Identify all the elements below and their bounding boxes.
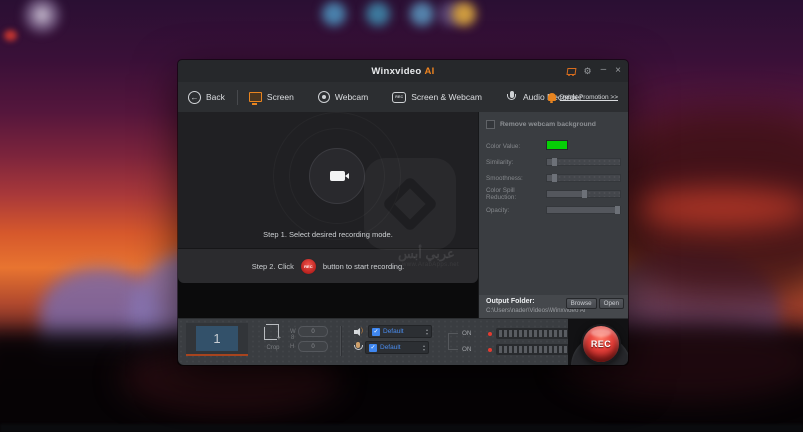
microphone-icon xyxy=(507,91,517,103)
bottom-toolbar: 1 + Crop W 0 H 0 8 ) ✓ Default ▴ ▾ ✓ Def… xyxy=(178,318,628,365)
speaker-device-dropdown[interactable]: ✓ Default ▴ ▾ xyxy=(368,325,432,338)
microphone-icon xyxy=(354,342,363,353)
nav-divider xyxy=(236,89,238,105)
content-area: Step 1. Select desired recording mode. S… xyxy=(178,112,628,318)
promo-link[interactable]: Debut Promotion >> xyxy=(547,93,618,103)
speaker-level-meter xyxy=(488,327,574,340)
remove-background-checkbox-row[interactable]: Remove webcam background xyxy=(486,120,621,129)
rec-mini-icon: REC xyxy=(299,257,317,275)
speaker-checkbox[interactable]: ✓ xyxy=(372,327,380,336)
output-folder-section: Output Folder: C:\Users\nader\Videos\Win… xyxy=(478,295,628,318)
open-button[interactable]: Open xyxy=(598,298,624,309)
crop-icon: + xyxy=(264,324,282,342)
link-dimensions-icon: 8 xyxy=(291,335,295,341)
height-label: H xyxy=(290,343,295,350)
mic-device-dropdown[interactable]: ✓ Default ▴ ▾ xyxy=(365,341,429,354)
blurred-desktop-icon xyxy=(452,2,476,26)
webcam-icon xyxy=(317,91,330,103)
browse-button[interactable]: Browse xyxy=(565,298,597,309)
opacity-row: Opacity: xyxy=(486,202,621,218)
back-arrow-icon: ← xyxy=(188,90,201,104)
monitor-thumbnail: 1 xyxy=(196,326,238,351)
checkbox-icon xyxy=(486,120,495,129)
blurred-desktop-icon xyxy=(322,2,346,26)
window-title: Winxvideo AI xyxy=(371,65,435,77)
tab-webcam[interactable]: Webcam xyxy=(317,91,368,103)
close-icon[interactable]: × xyxy=(615,66,621,76)
mic-on-badge: ON xyxy=(462,346,472,353)
smoothness-row: Smoothness: xyxy=(486,170,621,186)
smoothness-slider[interactable] xyxy=(546,174,621,182)
audio-on-status: ON ON xyxy=(444,327,490,355)
color-swatch[interactable] xyxy=(546,140,568,150)
webcam-settings-panel: Remove webcam background Color Value: Si… xyxy=(478,112,628,295)
back-button[interactable]: ← Back xyxy=(188,90,225,104)
settings-gear-icon[interactable]: ⚙ xyxy=(584,66,592,76)
opacity-slider[interactable] xyxy=(546,206,621,214)
spinner-icon[interactable]: ▴ ▾ xyxy=(426,328,428,335)
tab-screen-webcam[interactable]: REC Screen & Webcam xyxy=(392,91,482,103)
speaker-on-badge: ON xyxy=(462,330,472,337)
blurred-desktop-icon xyxy=(410,2,434,26)
moon-glow xyxy=(18,0,66,36)
toolbar-divider xyxy=(340,326,341,356)
blurred-taskbar xyxy=(0,424,803,432)
width-input[interactable]: 0 xyxy=(298,326,328,337)
mic-checkbox[interactable]: ✓ xyxy=(369,343,377,352)
color-spill-slider[interactable] xyxy=(546,190,621,198)
monitor-selector[interactable]: 1 xyxy=(186,323,248,356)
step2-bar: Step 2. Click REC button to start record… xyxy=(178,248,478,283)
color-value-row: Color Value: xyxy=(486,138,621,154)
blurred-desktop-icon xyxy=(366,2,390,26)
rec-button[interactable]: REC xyxy=(581,324,621,364)
cart-icon[interactable] xyxy=(566,68,575,76)
screen-icon xyxy=(248,92,262,105)
speaker-icon: ) xyxy=(354,327,364,337)
titlebar: Winxvideo AI ⚙ – × xyxy=(178,60,628,82)
horizon-glow xyxy=(633,188,803,228)
mode-navbar: ← Back Screen Webcam REC Screen & Webcam… xyxy=(178,82,628,112)
mic-audio-row: ✓ Default ▴ ▾ xyxy=(354,341,429,354)
meter-track xyxy=(496,344,574,355)
similarity-slider[interactable] xyxy=(546,158,621,166)
recording-stage: Step 1. Select desired recording mode. S… xyxy=(178,112,478,283)
rec-badge-icon: REC xyxy=(392,91,407,103)
similarity-row: Similarity: xyxy=(486,154,621,170)
width-label: W xyxy=(290,328,296,335)
minimize-icon[interactable]: – xyxy=(601,64,607,75)
tab-screen[interactable]: Screen xyxy=(248,92,294,105)
speaker-audio-row: ) ✓ Default ▴ ▾ xyxy=(354,325,432,338)
mic-level-meter xyxy=(488,343,574,356)
video-camera-icon xyxy=(329,171,349,181)
spinner-icon[interactable]: ▴ ▾ xyxy=(423,344,425,351)
camera-button[interactable] xyxy=(309,148,365,204)
level-dot-icon xyxy=(488,331,492,336)
step1-text: Step 1. Select desired recording mode. xyxy=(263,230,393,239)
crop-tool[interactable]: + Crop xyxy=(260,324,286,351)
recording-stage-area: Step 1. Select desired recording mode. S… xyxy=(178,112,478,318)
height-input[interactable]: 0 xyxy=(298,341,328,352)
blurred-desktop-icon xyxy=(4,30,17,41)
level-dot-icon xyxy=(488,347,492,352)
meter-track xyxy=(496,328,574,339)
crop-dimensions: W 0 H 0 8 xyxy=(290,326,328,356)
winxvideo-window: Winxvideo AI ⚙ – × ← Back Screen Webcam R… xyxy=(178,60,628,365)
bell-icon xyxy=(547,93,556,103)
color-spill-row: Color Spill Reduction: xyxy=(486,186,621,202)
